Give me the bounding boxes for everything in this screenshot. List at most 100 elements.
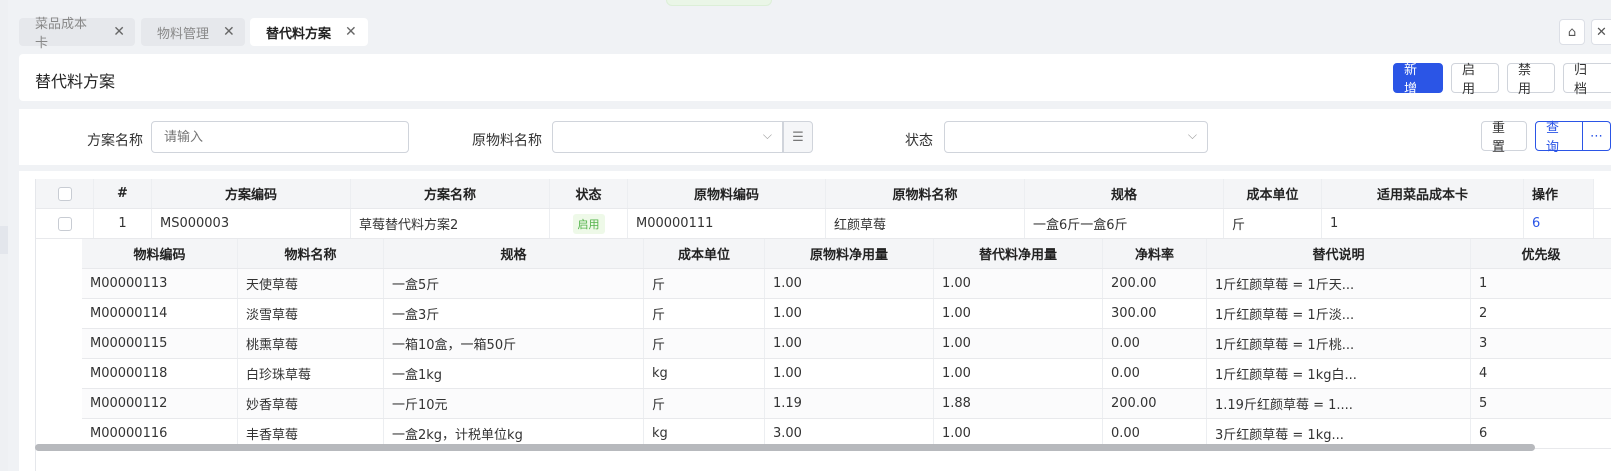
table-row[interactable]: M00000113 天使草莓 一盒5斤斤 1.00 1.00 200.00 1斤红颜草莓 =…: [82, 269, 1611, 299]
page-title: 替代料方案: [35, 72, 116, 91]
status-label: 状态: [905, 133, 933, 149]
operation-link[interactable]: 6: [1524, 209, 1594, 238]
enable-button[interactable]: 启用: [1451, 63, 1499, 97]
net-rate: 200.00: [1103, 269, 1207, 298]
status-cell: 启用: [550, 209, 628, 238]
tab-label: 菜品成本卡: [35, 17, 88, 51]
tab-material-management[interactable]: 物料管理 ✕: [141, 18, 245, 46]
column-header: 优先级: [1471, 239, 1611, 268]
archive-button[interactable]: 归档: [1563, 63, 1611, 97]
column-header: 规格: [384, 239, 644, 268]
column-header: #: [94, 179, 152, 208]
original-net-usage: 1.00: [765, 299, 934, 328]
plan-name-input[interactable]: [151, 121, 409, 153]
left-edge-marker: [0, 226, 8, 254]
close-icon[interactable]: ✕: [223, 24, 235, 40]
cost-unit: 斤: [644, 389, 765, 418]
material-name: 天使草莓: [238, 269, 384, 298]
material-code: M00000111: [628, 209, 826, 238]
material-code: M00000113: [82, 269, 238, 298]
cost-unit: 斤: [644, 299, 765, 328]
detail-rows: M00000113 天使草莓 一盒5斤斤 1.00 1.00 200.00 1斤红颜草莓 =…: [82, 269, 1611, 449]
spec: 一盒3斤: [384, 299, 644, 328]
tab-tools: ⌂ ✕: [1559, 19, 1611, 45]
close-all-icon[interactable]: ✕: [1591, 19, 1611, 45]
column-header[interactable]: 原物料编码: [628, 179, 826, 208]
column-header[interactable]: 成本单位: [1224, 179, 1322, 208]
substitute-description: 1斤红颜草莓 = 1斤淡...: [1207, 299, 1471, 328]
select-all-checkbox[interactable]: [57, 186, 72, 201]
original-net-usage: 1.19: [765, 389, 934, 418]
material-code: M00000112: [82, 389, 238, 418]
tab-label: 替代料方案: [266, 26, 332, 42]
table-row[interactable]: M00000115 桃熏草莓 一箱10盒，一箱50斤斤 1.00 1.00 0.00 1斤红…: [82, 329, 1611, 359]
tab-dish-cost-card[interactable]: 菜品成本卡 ✕: [19, 17, 135, 51]
original-net-usage: 1.00: [765, 329, 934, 358]
tab-substitute-plan[interactable]: 替代料方案 ✕: [250, 18, 368, 46]
table-panel: # 方案编码 方案名称 状态 原物料编码 原物料名称 规格 成本单位 适用菜品成…: [19, 171, 1611, 471]
table-row[interactable]: M00000114 淡雪草莓 一盒3斤斤 1.00 1.00 300.00 1斤红颜草莓 =…: [82, 299, 1611, 329]
disable-button[interactable]: 禁用: [1507, 63, 1555, 97]
column-header[interactable]: 原物料名称: [826, 179, 1025, 208]
column-header: 操作: [1524, 179, 1594, 208]
main-table: # 方案编码 方案名称 状态 原物料编码 原物料名称 规格 成本单位 适用菜品成…: [35, 179, 1611, 239]
substitute-net-usage: 1.00: [934, 359, 1103, 388]
filter-bar: 方案名称 原物料名称 ⌵ ☰ 状态 ⌵ 重置 查询 ⋯: [19, 109, 1611, 165]
substitute-description: 1.19斤红颜草莓 = 1....: [1207, 389, 1471, 418]
material-code: M00000115: [82, 329, 238, 358]
column-header[interactable]: 状态: [550, 179, 628, 208]
table-row[interactable]: M00000112 妙香草莓 一斤10元斤 1.19 1.88 200.00 1.19斤红颜…: [82, 389, 1611, 419]
spec: 一盒5斤: [384, 269, 644, 298]
substitute-net-usage: 1.88: [934, 389, 1103, 418]
column-header[interactable]: 规格: [1025, 179, 1224, 208]
net-rate: 0.00: [1103, 329, 1207, 358]
query-actions: 重置 查询 ⋯: [1481, 121, 1611, 155]
chevron-down-icon: ⌵: [762, 128, 772, 142]
material-name-label: 原物料名称: [472, 133, 542, 149]
substitute-description: 1斤红颜草莓 = 1kg白...: [1207, 359, 1471, 388]
net-rate: 300.00: [1103, 299, 1207, 328]
priority: 3: [1471, 329, 1611, 358]
home-icon[interactable]: ⌂: [1559, 19, 1585, 45]
priority: 2: [1471, 299, 1611, 328]
row-index: 1: [94, 209, 152, 238]
column-header[interactable]: 方案编码: [152, 179, 351, 208]
substitute-net-usage: 1.00: [934, 269, 1103, 298]
column-header[interactable]: 方案名称: [351, 179, 550, 208]
add-button[interactable]: 新增: [1393, 63, 1443, 97]
column-header: 物料编码: [82, 239, 238, 268]
spec: 一盒6斤一盒6斤: [1025, 209, 1224, 238]
table-header-row: # 方案编码 方案名称 状态 原物料编码 原物料名称 规格 成本单位 适用菜品成…: [36, 179, 1611, 209]
plan-name-label: 方案名称: [87, 133, 143, 149]
table-row[interactable]: 1 MS000003 草莓替代料方案2 启用 M00000111 红颜草莓 一盒…: [36, 209, 1611, 239]
detail-table: 物料编码 物料名称 规格 成本单位 原物料净用量 替代料净用量 净料率 替代说明…: [82, 239, 1611, 449]
column-header: 原物料净用量: [765, 239, 934, 268]
column-header: 替代说明: [1207, 239, 1471, 268]
substitute-description: 1斤红颜草莓 = 1斤桃...: [1207, 329, 1471, 358]
close-icon[interactable]: ✕: [113, 24, 125, 40]
cost-unit: 斤: [644, 269, 765, 298]
horizontal-scrollbar[interactable]: [35, 444, 1535, 451]
dish-cost-cards: 1: [1322, 209, 1524, 238]
net-rate: 0.00: [1103, 359, 1207, 388]
spec: 一盒1kg: [384, 359, 644, 388]
column-header[interactable]: 适用菜品成本卡: [1322, 179, 1524, 208]
spec: 一斤10元: [384, 389, 644, 418]
more-icon[interactable]: ⋯: [1583, 121, 1611, 151]
material-name: 桃熏草莓: [238, 329, 384, 358]
table-row[interactable]: M00000118 白珍珠草莓 一盒1kg kg 1.00 1.00 0.00 1斤红颜草莓 …: [82, 359, 1611, 389]
row-select-cell: [36, 209, 94, 238]
original-net-usage: 1.00: [765, 359, 934, 388]
filter-settings-icon[interactable]: ☰: [783, 121, 813, 153]
column-header: 成本单位: [644, 239, 765, 268]
select-all-cell: [36, 179, 94, 208]
chevron-down-icon: ⌵: [1187, 128, 1197, 142]
query-button[interactable]: 查询: [1535, 121, 1583, 155]
expanded-detail: 物料编码 物料名称 规格 成本单位 原物料净用量 替代料净用量 净料率 替代说明…: [35, 239, 1611, 471]
status-select[interactable]: ⌵: [944, 121, 1208, 153]
material-name: 白珍珠草莓: [238, 359, 384, 388]
material-name-select[interactable]: ⌵: [552, 121, 783, 153]
close-icon[interactable]: ✕: [345, 24, 357, 40]
reset-button[interactable]: 重置: [1481, 121, 1527, 155]
row-checkbox[interactable]: [57, 216, 72, 231]
